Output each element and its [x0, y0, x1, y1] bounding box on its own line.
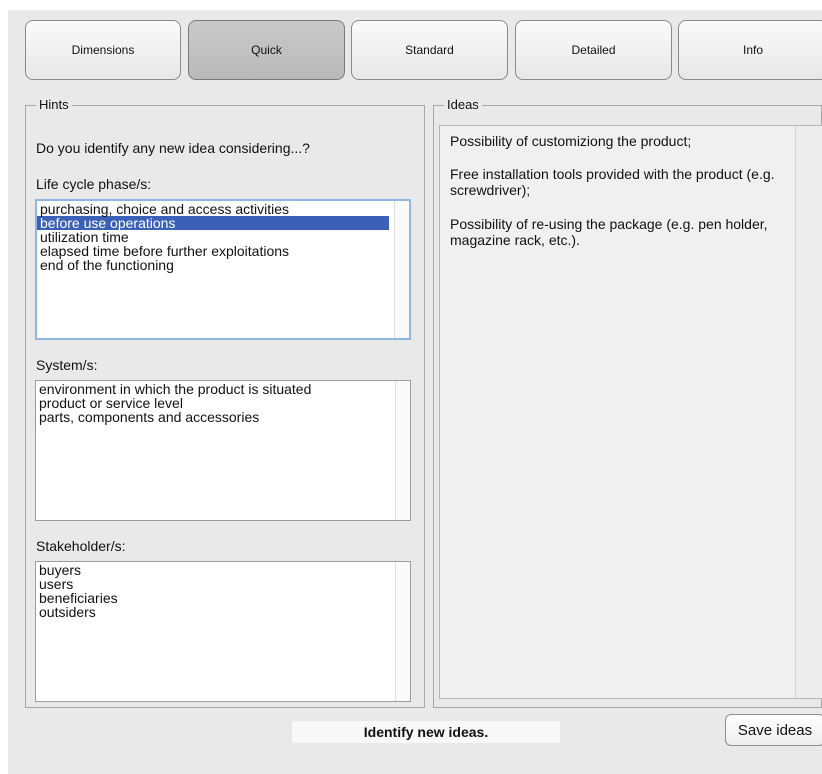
list-item[interactable]: outsiders — [36, 605, 390, 619]
scrollbar[interactable] — [795, 126, 822, 698]
idea-paragraph: Possibility of re-using the package (e.g… — [450, 216, 768, 248]
idea-paragraph: Free installation tools provided with th… — [450, 166, 775, 198]
ideas-group: Ideas Possibility of customiziong the pr… — [433, 97, 822, 708]
list-item-selected[interactable]: before use operations — [37, 216, 389, 230]
scrollbar[interactable] — [395, 381, 410, 520]
list-item[interactable]: environment in which the product is situ… — [36, 382, 390, 396]
app-window: Dimensions Quick Standard Detailed Info … — [8, 10, 822, 774]
scrollbar[interactable] — [395, 562, 410, 701]
list-item[interactable]: utilization time — [37, 230, 389, 244]
save-ideas-button[interactable]: Save ideas — [725, 714, 822, 746]
tab-standard[interactable]: Standard — [351, 20, 508, 80]
tab-label: Quick — [251, 43, 282, 57]
tab-label: Detailed — [571, 43, 616, 57]
ideas-title: Ideas — [444, 97, 482, 112]
tab-label: Standard — [405, 43, 454, 57]
list-item[interactable]: elapsed time before further exploitation… — [37, 244, 389, 258]
hints-title: Hints — [36, 97, 72, 112]
tab-label: Dimensions — [71, 43, 135, 57]
hints-group: Hints Do you identify any new idea consi… — [25, 97, 425, 708]
life-cycle-list[interactable]: purchasing, choice and access activities… — [35, 199, 411, 340]
tab-label: Info — [742, 43, 763, 57]
stakeholder-list[interactable]: buyers users beneficiaries outsiders — [35, 561, 411, 702]
system-label: System/s: — [36, 357, 98, 373]
list-item[interactable]: beneficiaries — [36, 591, 390, 605]
list-item[interactable]: buyers — [36, 563, 390, 577]
idea-paragraph: Possibility of customiziong the product; — [450, 133, 692, 149]
tab-dimensions[interactable]: Dimensions — [25, 20, 181, 80]
list-item[interactable]: parts, components and accessories — [36, 410, 390, 424]
list-item[interactable]: users — [36, 577, 390, 591]
tab-quick[interactable]: Quick — [188, 20, 345, 80]
life-cycle-label: Life cycle phase/s: — [36, 176, 152, 192]
hints-question: Do you identify any new idea considering… — [36, 140, 310, 156]
list-item[interactable]: end of the functioning — [37, 258, 389, 272]
system-list[interactable]: environment in which the product is situ… — [35, 380, 411, 521]
list-item[interactable]: purchasing, choice and access activities — [37, 202, 389, 216]
ideas-textarea[interactable]: Possibility of customiziong the product;… — [439, 125, 822, 699]
scrollbar[interactable] — [394, 201, 409, 338]
tab-detailed[interactable]: Detailed — [515, 20, 672, 80]
status-message: Identify new ideas. — [292, 721, 560, 743]
list-item[interactable]: product or service level — [36, 396, 390, 410]
tab-info[interactable]: Info — [678, 20, 822, 80]
stakeholder-label: Stakeholder/s: — [36, 538, 126, 554]
